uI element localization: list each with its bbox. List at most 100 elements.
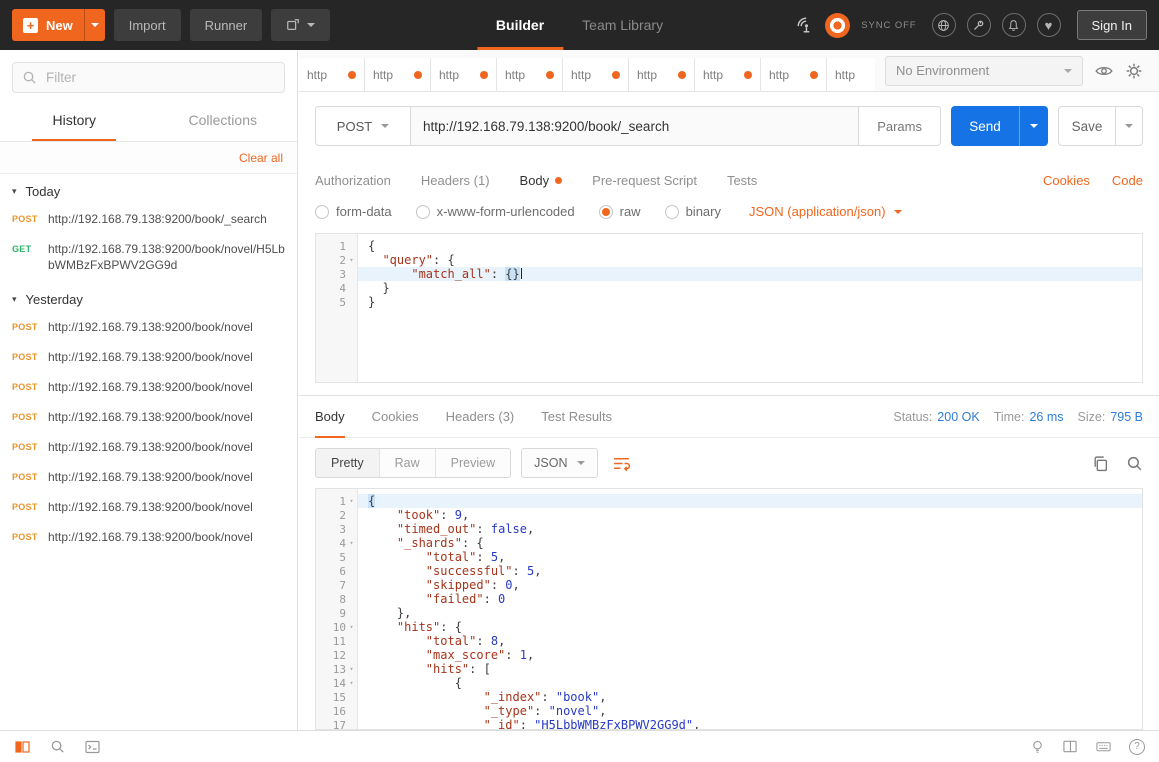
fold-caret-icon[interactable]: ▾ xyxy=(346,539,357,547)
request-section-tab[interactable]: Authorization xyxy=(315,173,391,188)
runner-button[interactable]: Runner xyxy=(190,9,263,41)
response-tab[interactable]: Test Results xyxy=(541,396,612,437)
wrench-icon[interactable] xyxy=(967,13,991,37)
tab-history[interactable]: History xyxy=(0,103,149,141)
code-token: : xyxy=(505,648,519,662)
body-mode-option[interactable]: raw xyxy=(599,204,641,219)
request-tab[interactable]: http xyxy=(563,58,629,91)
code-token: : xyxy=(491,578,505,592)
response-tools xyxy=(1092,455,1143,472)
request-tab[interactable]: http xyxy=(497,58,563,91)
request-tab[interactable]: http xyxy=(695,58,761,91)
request-body-editor[interactable]: 12▾345 { "query": { "match_all": {} }} xyxy=(315,233,1143,383)
tab-collections[interactable]: Collections xyxy=(149,103,298,141)
history-group-header[interactable]: ▾Today xyxy=(0,174,297,206)
import-button[interactable]: Import xyxy=(114,9,181,41)
code-token: , xyxy=(693,718,700,729)
footer-search-icon[interactable] xyxy=(50,739,65,754)
request-section-tab[interactable]: Tests xyxy=(727,173,757,188)
gear-icon[interactable] xyxy=(1125,62,1143,80)
new-window-button[interactable] xyxy=(271,9,330,41)
keyboard-icon[interactable] xyxy=(1095,739,1112,754)
content-type-select[interactable]: JSON (application/json) xyxy=(749,204,902,219)
line-number: 6 xyxy=(316,564,357,578)
globe-icon[interactable] xyxy=(932,13,956,37)
history-item[interactable]: GEThttp://192.168.79.138:9200/book/novel… xyxy=(0,236,297,282)
request-tab[interactable]: http xyxy=(431,58,497,91)
send-dropdown-caret[interactable] xyxy=(1019,106,1048,146)
filter-input[interactable] xyxy=(12,62,285,93)
history-item[interactable]: POSThttp://192.168.79.138:9200/book/nove… xyxy=(0,314,297,344)
request-tab[interactable]: http xyxy=(761,58,827,91)
signin-button[interactable]: Sign In xyxy=(1077,10,1147,40)
request-tab[interactable]: http xyxy=(299,58,365,91)
help-icon[interactable]: ? xyxy=(1129,739,1145,755)
url-input[interactable] xyxy=(411,106,859,146)
save-button[interactable]: Save xyxy=(1058,106,1116,146)
code-link[interactable]: Code xyxy=(1112,173,1143,188)
request-section-tab[interactable]: Pre-request Script xyxy=(592,173,697,188)
body-mode-option[interactable]: binary xyxy=(665,204,721,219)
plus-icon: + xyxy=(23,18,38,33)
fold-caret-icon[interactable]: ▾ xyxy=(346,679,357,687)
fold-caret-icon[interactable]: ▾ xyxy=(346,623,357,631)
method-select[interactable]: POST xyxy=(315,106,411,146)
new-dropdown-caret[interactable] xyxy=(84,9,105,41)
response-tab[interactable]: Headers (3) xyxy=(446,396,515,437)
send-button[interactable]: Send xyxy=(951,106,1019,146)
fold-caret-icon[interactable]: ▾ xyxy=(346,256,357,264)
view-option[interactable]: Pretty xyxy=(316,449,380,477)
response-body-editor[interactable]: 1▾234▾5678910▾111213▾14▾151617 { "took":… xyxy=(315,488,1143,730)
history-item[interactable]: POSThttp://192.168.79.138:9200/book/nove… xyxy=(0,464,297,494)
history-item[interactable]: POSThttp://192.168.79.138:9200/book/nove… xyxy=(0,494,297,524)
copy-icon[interactable] xyxy=(1092,455,1109,472)
response-tab[interactable]: Cookies xyxy=(372,396,419,437)
line-number-text: 16 xyxy=(333,705,346,718)
request-tab[interactable]: http xyxy=(827,58,875,91)
line-number: 16 xyxy=(316,704,357,718)
console-icon[interactable] xyxy=(84,739,101,755)
body-mode-option[interactable]: form-data xyxy=(315,204,392,219)
eye-icon[interactable] xyxy=(1095,62,1113,80)
antenna-icon[interactable] xyxy=(796,16,814,34)
sidebar-toggle-icon[interactable] xyxy=(14,739,31,755)
request-section-tab[interactable]: Body xyxy=(520,173,563,188)
request-tab[interactable]: http xyxy=(629,58,695,91)
code-line: "hits": [ xyxy=(358,662,1142,676)
history-group-header[interactable]: ▾Yesterday xyxy=(0,282,297,314)
cookies-link[interactable]: Cookies xyxy=(1043,173,1090,188)
search-response-icon[interactable] xyxy=(1126,455,1143,472)
history-item[interactable]: POSThttp://192.168.79.138:9200/book/nove… xyxy=(0,404,297,434)
heart-icon[interactable]: ♥ xyxy=(1037,13,1061,37)
main-nav-tabs: Builder Team Library xyxy=(477,0,682,50)
history-item[interactable]: POSThttp://192.168.79.138:9200/book/nove… xyxy=(0,344,297,374)
bulb-icon[interactable] xyxy=(1030,739,1045,755)
clear-all-link[interactable]: Clear all xyxy=(239,151,283,165)
bell-icon[interactable] xyxy=(1002,13,1026,37)
params-button[interactable]: Params xyxy=(859,106,941,146)
view-option[interactable]: Raw xyxy=(380,449,436,477)
tab-builder[interactable]: Builder xyxy=(477,0,563,50)
code-token: : [ xyxy=(469,662,491,676)
fold-caret-icon[interactable]: ▾ xyxy=(346,497,357,505)
history-item[interactable]: POSThttp://192.168.79.138:9200/book/nove… xyxy=(0,524,297,554)
wrap-text-icon[interactable] xyxy=(612,455,631,472)
top-bar: + New Import Runner Builder Team Library… xyxy=(0,0,1159,50)
new-button[interactable]: + New xyxy=(12,9,84,41)
body-mode-option[interactable]: x-www-form-urlencoded xyxy=(416,204,575,219)
view-option[interactable]: Preview xyxy=(436,449,510,477)
tab-team-library[interactable]: Team Library xyxy=(563,0,682,50)
history-item[interactable]: POSThttp://192.168.79.138:9200/book/_sea… xyxy=(0,206,297,236)
fold-caret-icon[interactable]: ▾ xyxy=(346,665,357,673)
format-select[interactable]: JSON xyxy=(521,448,598,478)
environment-select[interactable]: No Environment xyxy=(885,56,1083,86)
history-item[interactable]: POSThttp://192.168.79.138:9200/book/nove… xyxy=(0,374,297,404)
code-token: "max_score" xyxy=(426,648,505,662)
request-section-tab[interactable]: Headers (1) xyxy=(421,173,490,188)
request-tab[interactable]: http xyxy=(365,58,431,91)
code-token xyxy=(368,690,484,704)
response-tab[interactable]: Body xyxy=(315,396,345,437)
split-pane-icon[interactable] xyxy=(1062,739,1078,754)
history-item[interactable]: POSThttp://192.168.79.138:9200/book/nove… xyxy=(0,434,297,464)
save-dropdown-caret[interactable] xyxy=(1116,106,1143,146)
